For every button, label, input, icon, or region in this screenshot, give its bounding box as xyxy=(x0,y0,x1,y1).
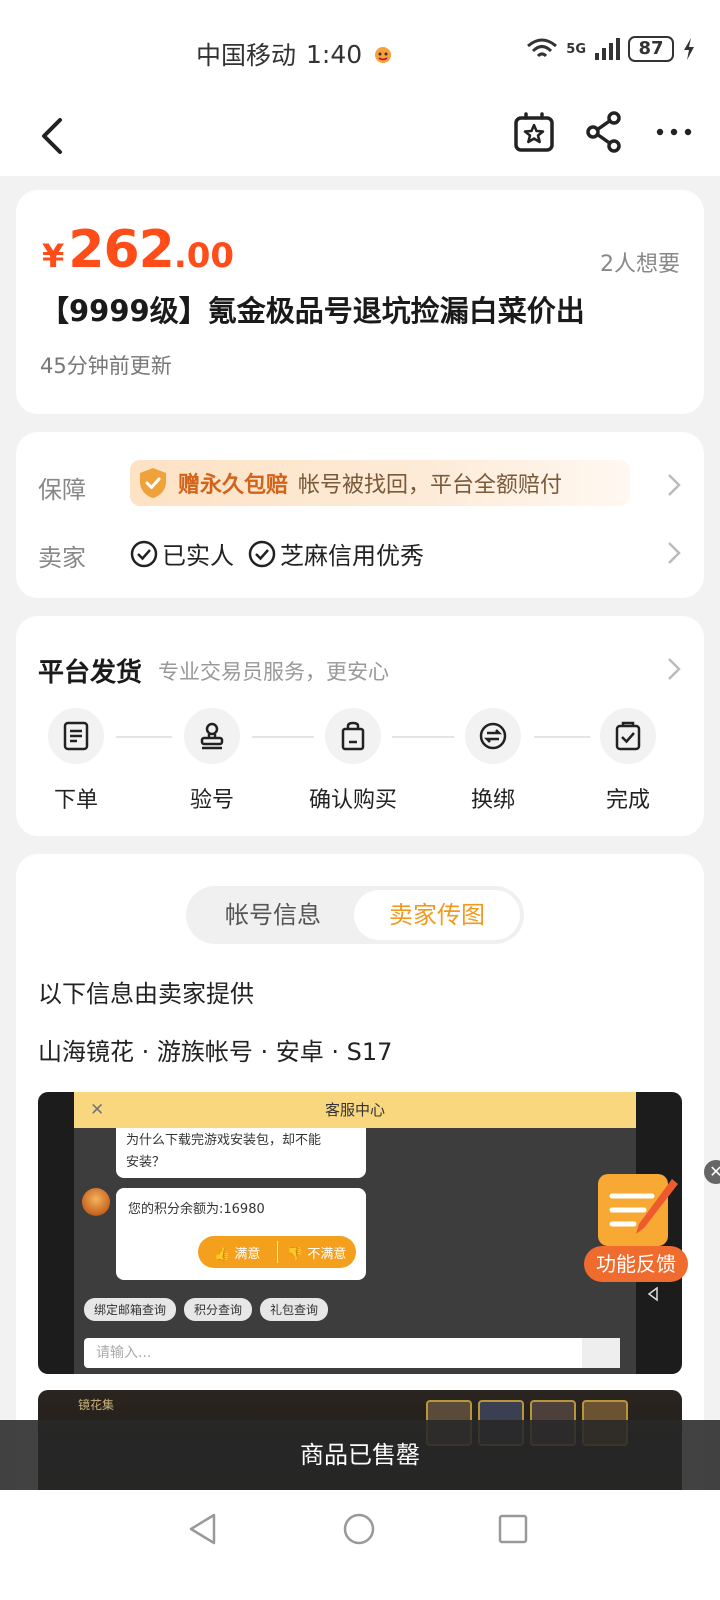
step-label: 完成 xyxy=(605,788,650,813)
seller-tag-label: 已实人 xyxy=(162,542,234,570)
question-line: 为什么下载完游戏安装包，却不能 xyxy=(126,1133,322,1148)
close-icon[interactable]: ✕ xyxy=(704,1160,720,1184)
cs-header-title: 客服中心 xyxy=(324,1101,385,1119)
seller-tag: 芝麻信用优秀 xyxy=(248,536,424,571)
sold-out-banner: 商品已售罄 xyxy=(0,1420,720,1490)
step-label: 下单 xyxy=(53,788,98,813)
price: ¥ 262 .00 xyxy=(42,220,234,280)
triangle-back-icon xyxy=(647,1286,658,1302)
check-circle-icon xyxy=(248,540,276,567)
info-tabs: 帐号信息 卖家传图 xyxy=(186,886,524,944)
status-center: 中国移动 1:40 xyxy=(196,36,394,72)
nav-bar xyxy=(0,96,720,176)
product-title: 【9999级】氪金极品号退坑捡漏白菜价出 xyxy=(40,294,585,328)
currency-symbol: ¥ xyxy=(42,237,65,275)
note-pencil-icon xyxy=(598,1174,678,1246)
feedback-button[interactable]: ✕ 功能反馈 xyxy=(584,1160,720,1282)
checklist-icon xyxy=(615,721,641,751)
quick-links: 绑定邮箱查询 积分查询 礼包查询 xyxy=(84,1298,329,1321)
unsatisfied-label: 👎 不满意 xyxy=(287,1246,347,1262)
update-time: 45分钟前更新 xyxy=(40,354,172,378)
chevron-right-icon[interactable] xyxy=(666,472,682,498)
price-card: ¥ 262 .00 2人想要 【9999级】氪金极品号退坑捡漏白菜价出 45分钟… xyxy=(16,190,704,414)
document-icon xyxy=(63,721,89,751)
share-icon[interactable] xyxy=(584,110,624,154)
quick-link: 礼包查询 xyxy=(260,1298,329,1321)
step-order: 下单 xyxy=(16,708,136,814)
notification-mascot-icon xyxy=(375,47,392,63)
seller-tag-label: 芝麻信用优秀 xyxy=(280,542,424,570)
feedback-label: 功能反馈 xyxy=(584,1246,688,1282)
step-rebind: 换绑 xyxy=(433,708,553,814)
system-recent-icon[interactable] xyxy=(496,1512,530,1546)
step-label: 确认购买 xyxy=(308,788,397,813)
guarantee-row[interactable]: 赠永久包赔 帐号被找回，平台全额赔付 xyxy=(130,460,630,506)
guarantee-text: 帐号被找回，平台全额赔付 xyxy=(298,473,563,498)
step-label: 验号 xyxy=(189,788,234,813)
back-icon[interactable] xyxy=(34,114,74,158)
clock: 1:40 xyxy=(306,39,363,69)
account-attributes: 山海镜花 · 游族帐号 · 安卓 · S17 xyxy=(38,1038,393,1066)
chevron-right-icon[interactable] xyxy=(666,656,682,682)
status-bar: 中国移动 1:40 5G 87 xyxy=(0,0,720,96)
provided-by-note: 以下信息由卖家提供 xyxy=(38,980,254,1008)
price-decimal: .00 xyxy=(173,236,235,276)
check-circle-icon xyxy=(130,540,158,567)
send-icon xyxy=(582,1338,620,1368)
step-confirm: 确认购买 xyxy=(293,708,413,814)
guarantee-label: 保障 xyxy=(38,476,86,504)
battery-indicator: 87 xyxy=(628,36,674,62)
shipping-title: 平台发货 xyxy=(38,658,143,688)
system-back-icon[interactable] xyxy=(186,1512,220,1546)
shipping-card: 平台发货 专业交易员服务，更安心 下单 验号 确认购买 换绑 完成 xyxy=(16,616,704,836)
shopping-bag-icon xyxy=(341,721,365,751)
points-balance: 您的积分余额为:16980 xyxy=(128,1202,265,1217)
chevron-right-icon[interactable] xyxy=(666,540,682,566)
shield-icon xyxy=(140,468,166,498)
question-bubble: 为什么下载完游戏安装包，却不能 安装？ xyxy=(116,1128,366,1178)
system-nav-bar xyxy=(0,1490,720,1600)
guarantee-card: 保障 赠永久包赔 帐号被找回，平台全额赔付 卖家 已实人 芝麻信用优秀 xyxy=(16,432,704,598)
more-dots-icon[interactable] xyxy=(654,114,694,150)
charging-bolt-icon xyxy=(684,38,694,60)
cs-input: 请输入... xyxy=(84,1338,620,1368)
network-type: 5G xyxy=(566,41,586,57)
price-integer: 262 xyxy=(68,220,175,280)
shipping-subtitle: 专业交易员服务，更安心 xyxy=(158,660,389,684)
tab-seller-images[interactable]: 卖家传图 xyxy=(354,890,520,940)
wifi-icon xyxy=(527,38,558,58)
exchange-icon xyxy=(479,722,507,750)
system-home-icon[interactable] xyxy=(342,1512,376,1546)
seller-tags[interactable]: 已实人 芝麻信用优秀 xyxy=(130,536,424,571)
carrier: 中国移动 xyxy=(196,41,297,70)
step-label: 换绑 xyxy=(470,788,515,813)
seller-tag: 已实人 xyxy=(130,536,234,571)
seller-label: 卖家 xyxy=(38,544,86,572)
close-icon: ✕ xyxy=(90,1100,105,1120)
cs-header: ✕ 客服中心 xyxy=(74,1092,636,1128)
status-indicators: 5G 87 xyxy=(526,36,696,62)
step-complete: 完成 xyxy=(568,708,688,814)
question-line: 安装？ xyxy=(126,1155,166,1170)
signal-icon xyxy=(595,38,620,60)
tab-account-info[interactable]: 帐号信息 xyxy=(190,890,356,940)
stamp-icon xyxy=(200,722,224,750)
quick-link: 绑定邮箱查询 xyxy=(84,1298,177,1321)
guarantee-badge: 赠永久包赔 xyxy=(178,473,289,498)
quick-link: 积分查询 xyxy=(184,1298,253,1321)
step-verify: 验号 xyxy=(152,708,272,814)
rating-buttons: 👍 满意 👎 不满意 xyxy=(198,1236,356,1268)
wants-count: 2人想要 xyxy=(600,252,680,277)
favorite-icon[interactable] xyxy=(512,110,556,154)
answer-bubble: 您的积分余额为:16980 👍 满意 👎 不满意 xyxy=(116,1188,366,1280)
game-collection-label: 镜花集 xyxy=(78,1398,115,1412)
satisfied-label: 👍 满意 xyxy=(214,1246,261,1262)
avatar xyxy=(82,1188,110,1216)
